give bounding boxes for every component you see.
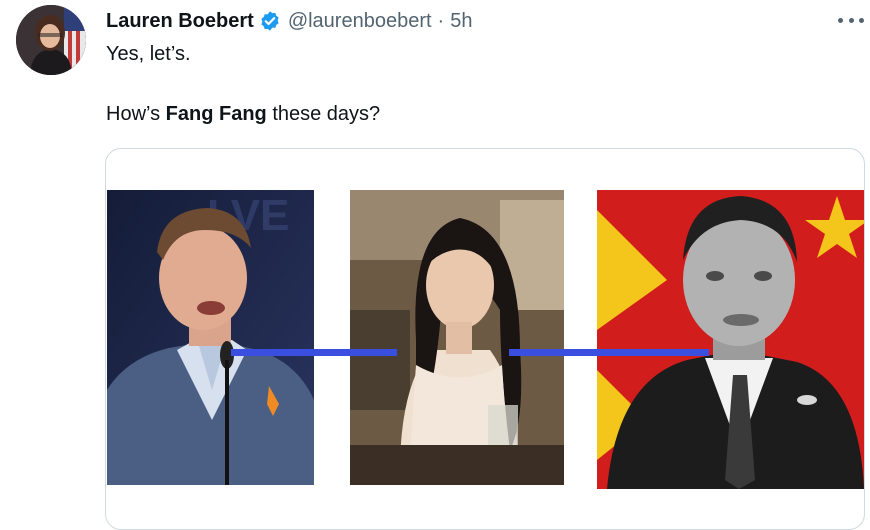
avatar[interactable] [16,5,86,75]
text-prefix: How’s [106,103,166,125]
author-handle[interactable]: @laurenboebert [288,10,432,33]
connector-line-left [231,349,397,356]
text-suffix: these days? [266,103,381,125]
photo-left: LVE [107,190,314,485]
timestamp[interactable]: 5h [450,10,472,33]
photo-right [597,190,864,489]
tweet-text-line-1: Yes, let’s. [106,43,191,65]
separator-dot: · [437,9,445,32]
more-dot [848,17,854,23]
photo-middle [350,190,564,485]
tweet-text-line-2: How’s Fang Fang these days? [106,102,380,126]
avatar-image [16,5,86,75]
media-card[interactable]: LVE [105,148,865,530]
connector-line-right [509,349,709,356]
more-dot [838,17,843,23]
author-name[interactable]: Lauren Boebert [106,10,254,33]
more-dot [859,17,864,23]
text-bold-name: Fang Fang [165,103,267,125]
tweet-header: Lauren Boebert @laurenboebert · 5h [106,8,472,34]
more-options-icon[interactable] [838,10,864,30]
verified-badge-icon [261,11,279,31]
